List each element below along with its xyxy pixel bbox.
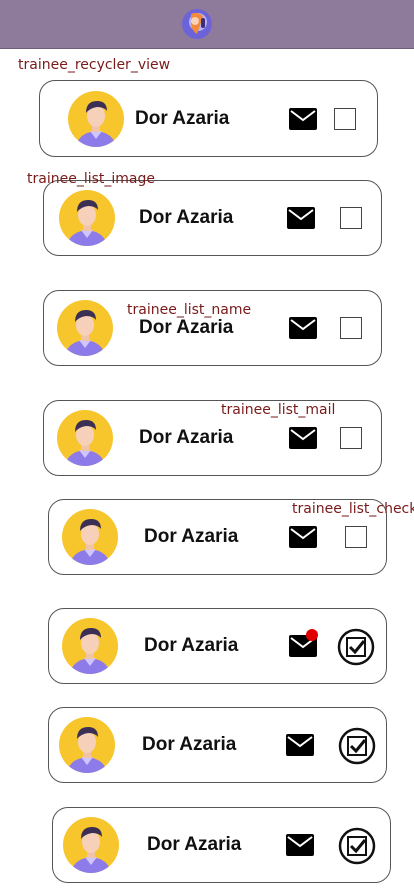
trainee-checkbox[interactable] (334, 107, 356, 130)
mail-icon[interactable] (289, 427, 317, 449)
trainee-card[interactable]: Dor Azaria (48, 707, 387, 783)
mail-icon[interactable] (286, 734, 314, 756)
trainee-card[interactable]: Dor Azaria (39, 80, 378, 157)
mail-icon[interactable] (286, 834, 314, 856)
trainee-avatar (59, 717, 115, 773)
trainee-name: Dor Azaria (144, 526, 239, 547)
trainee-name: Dor Azaria (142, 734, 237, 755)
trainee-avatar (62, 618, 118, 674)
trainee-checkbox-checked[interactable] (338, 727, 376, 765)
trainee-name: Dor Azaria (139, 207, 234, 228)
trainee-card[interactable]: Dor Azaria (52, 807, 391, 883)
trainee-checkbox[interactable] (340, 207, 362, 229)
annotation-list-image: trainee_list_image (27, 171, 155, 187)
mail-icon[interactable] (289, 526, 317, 548)
trainee-avatar (62, 509, 118, 565)
trainee-name: Dor Azaria (147, 834, 242, 855)
annotation-recycler-view: trainee_recycler_view (18, 57, 171, 73)
trainee-card[interactable]: Dor Azaria (48, 608, 387, 684)
annotation-list-mail: trainee_list_mail (221, 402, 336, 418)
unread-badge-icon (306, 629, 318, 641)
annotation-list-check: trainee_list_check (292, 501, 414, 517)
top-app-bar (0, 0, 414, 49)
trainee-avatar (57, 300, 113, 356)
trainee-checkbox-checked[interactable] (338, 827, 376, 865)
trainee-checkbox[interactable] (345, 526, 367, 548)
trainee-card[interactable]: Dor Azaria (43, 180, 382, 256)
trainee-name: Dor Azaria (135, 107, 230, 129)
app-logo-icon (182, 9, 212, 39)
trainee-checkbox-checked[interactable] (337, 628, 375, 666)
mail-icon[interactable] (289, 317, 317, 339)
mail-icon[interactable] (287, 207, 315, 229)
trainee-name: Dor Azaria (144, 635, 239, 656)
trainee-avatar (59, 190, 115, 246)
trainee-checkbox[interactable] (340, 317, 362, 339)
trainee-avatar (68, 90, 124, 147)
annotation-list-name: trainee_list_name (127, 302, 252, 318)
trainee-avatar (63, 817, 119, 873)
trainee-avatar (57, 410, 113, 466)
mail-icon[interactable] (289, 107, 317, 130)
trainee-name: Dor Azaria (139, 427, 234, 448)
trainee-name: Dor Azaria (139, 317, 234, 338)
trainee-checkbox[interactable] (340, 427, 362, 449)
